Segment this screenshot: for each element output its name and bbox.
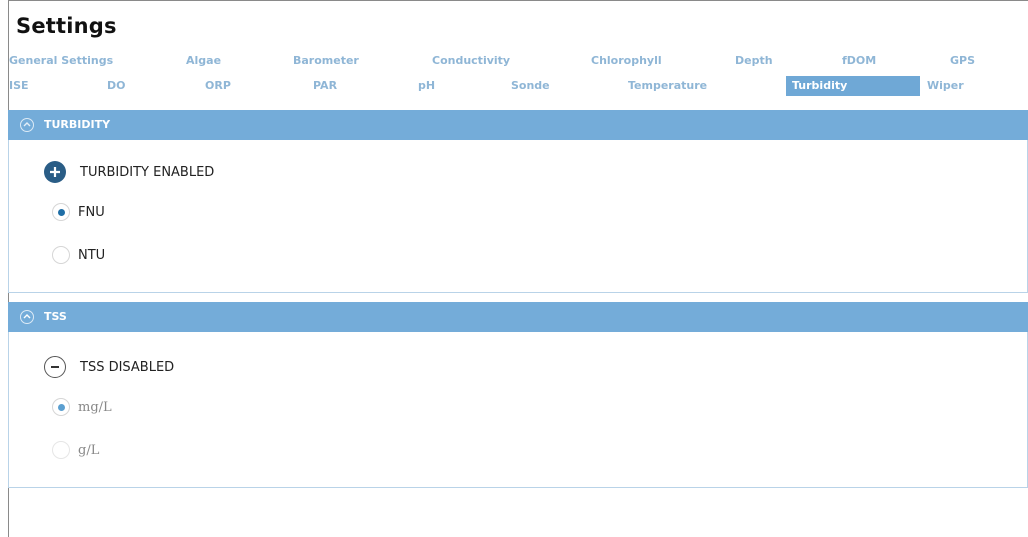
tab-sonde[interactable]: Sonde <box>511 76 550 96</box>
tss-enable-toggle[interactable]: TSS DISABLED <box>44 355 174 379</box>
turbidity-enable-label: TURBIDITY ENABLED <box>80 164 215 180</box>
tab-row-2: ISE DO ORP PAR pH Sonde Temperature Turb… <box>0 76 1028 96</box>
turbidity-enable-toggle[interactable]: TURBIDITY ENABLED <box>44 160 214 184</box>
radio-g-l-label: g/L <box>78 442 100 458</box>
tab-turbidity[interactable]: Turbidity <box>786 76 920 96</box>
radio-mg-l-label: mg/L <box>78 399 112 415</box>
tab-algae[interactable]: Algae <box>186 51 221 71</box>
tab-gps[interactable]: GPS <box>950 51 975 71</box>
tab-fdom[interactable]: fDOM <box>842 51 876 71</box>
tab-orp[interactable]: ORP <box>205 76 231 96</box>
radio-button-selected[interactable] <box>52 398 70 416</box>
tab-wiper[interactable]: Wiper <box>927 76 964 96</box>
radio-g-l[interactable]: g/L <box>52 439 99 461</box>
page-title: Settings <box>16 14 117 38</box>
tss-enable-label: TSS DISABLED <box>80 359 175 375</box>
radio-mg-l[interactable]: mg/L <box>52 396 112 418</box>
radio-ntu-label: NTU <box>78 247 106 263</box>
radio-fnu-label: FNU <box>78 204 105 220</box>
tab-ph[interactable]: pH <box>418 76 435 96</box>
tss-section-title: TSS <box>44 310 67 323</box>
tab-par[interactable]: PAR <box>313 76 337 96</box>
turbidity-section-title: TURBIDITY <box>44 118 111 131</box>
tab-barometer[interactable]: Barometer <box>293 51 359 71</box>
plus-circle-icon[interactable] <box>44 161 66 183</box>
radio-button[interactable] <box>52 441 70 459</box>
tab-general-settings[interactable]: General Settings <box>9 51 113 71</box>
tab-chlorophyll[interactable]: Chlorophyll <box>591 51 662 71</box>
radio-fnu[interactable]: FNU <box>52 201 105 223</box>
radio-button-selected[interactable] <box>52 203 70 221</box>
collapse-icon[interactable] <box>20 310 34 324</box>
minus-circle-icon[interactable] <box>44 356 66 378</box>
collapse-icon[interactable] <box>20 118 34 132</box>
tab-temperature[interactable]: Temperature <box>628 76 707 96</box>
tab-depth[interactable]: Depth <box>735 51 773 71</box>
tab-row-1: General Settings Algae Barometer Conduct… <box>0 51 1028 71</box>
tab-do[interactable]: DO <box>107 76 125 96</box>
radio-button[interactable] <box>52 246 70 264</box>
turbidity-section-header[interactable]: TURBIDITY <box>8 110 1028 140</box>
tab-conductivity[interactable]: Conductivity <box>432 51 510 71</box>
radio-ntu[interactable]: NTU <box>52 244 105 266</box>
tab-ise[interactable]: ISE <box>9 76 29 96</box>
tss-section-header[interactable]: TSS <box>8 302 1028 332</box>
